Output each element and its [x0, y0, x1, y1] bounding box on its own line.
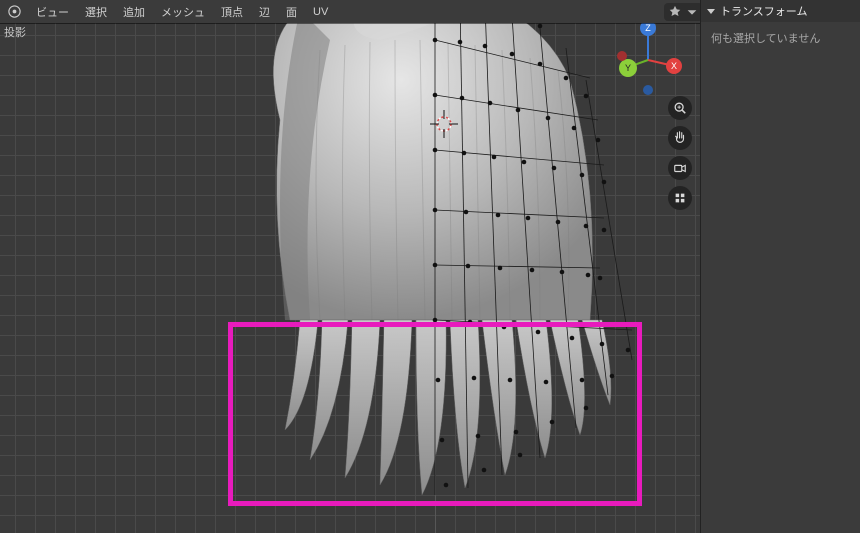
- menu-view[interactable]: ビュー: [28, 1, 77, 23]
- viewport-header: ビュー 選択 追加 メッシュ 頂点 辺 面 UV: [0, 0, 700, 23]
- zoom-button[interactable]: [668, 96, 692, 120]
- panel-transform-body: 何も選択していません: [701, 22, 860, 54]
- vertical-axis-line: [435, 0, 436, 533]
- perspective-button[interactable]: [668, 186, 692, 210]
- cursor-3d-icon: [430, 110, 458, 138]
- pan-button[interactable]: [668, 126, 692, 150]
- axis-z-label: Z: [645, 23, 651, 33]
- menu-mesh[interactable]: メッシュ: [153, 1, 213, 23]
- menu-vertex[interactable]: 頂点: [213, 1, 251, 23]
- axis-x-label: X: [671, 61, 677, 71]
- gizmo-toggle[interactable]: [664, 3, 703, 21]
- collapse-icon: [707, 9, 715, 14]
- orbit-gizmo[interactable]: Z X Y: [608, 20, 688, 100]
- panel-transform-header[interactable]: トランスフォーム: [701, 0, 860, 22]
- menu-uv[interactable]: UV: [305, 3, 336, 21]
- menu-edge[interactable]: 辺: [251, 1, 278, 23]
- menu-add[interactable]: 追加: [115, 1, 153, 23]
- menu-face[interactable]: 面: [278, 1, 305, 23]
- viewport-grid: [0, 0, 700, 533]
- panel-title: トランスフォーム: [720, 3, 807, 19]
- axis-y-label: Y: [625, 63, 631, 73]
- projection-label: 投影: [4, 24, 26, 40]
- camera-button[interactable]: [668, 156, 692, 180]
- editor-type-icon[interactable]: [4, 2, 24, 22]
- menu-select[interactable]: 選択: [77, 1, 115, 23]
- empty-selection-text: 何も選択していません: [711, 33, 820, 45]
- n-panel: トランスフォーム 何も選択していません: [700, 0, 860, 533]
- viewport-3d[interactable]: [0, 0, 700, 533]
